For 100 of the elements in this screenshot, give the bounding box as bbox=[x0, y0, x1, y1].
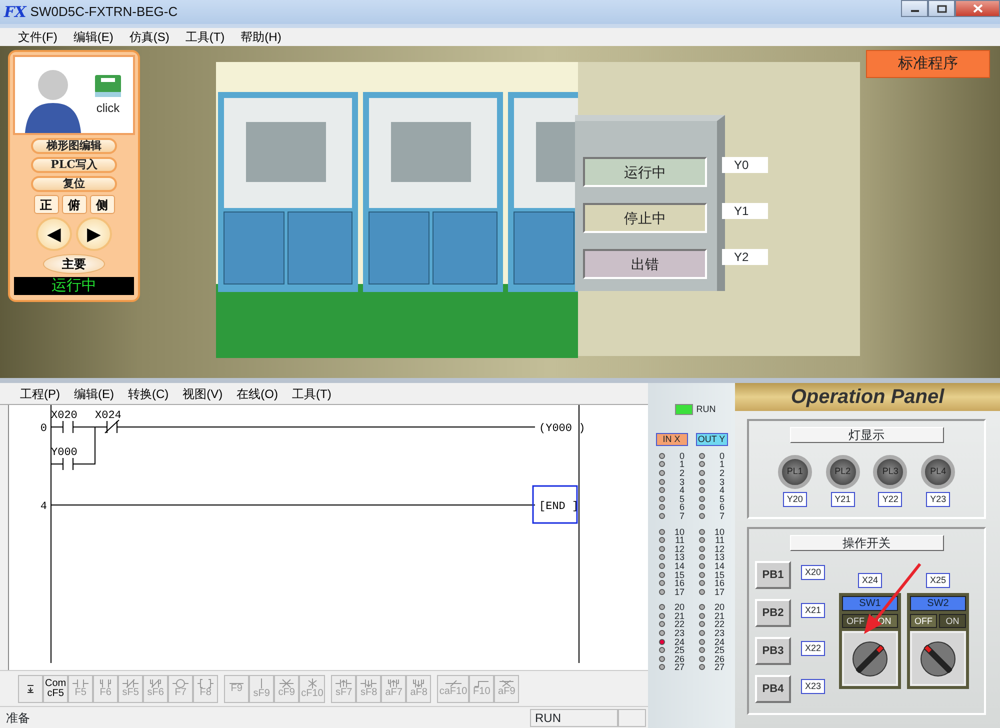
io-number: 20 bbox=[713, 603, 724, 612]
push-button[interactable]: PB2 bbox=[755, 599, 791, 627]
menu-item[interactable]: 工程(P) bbox=[14, 384, 66, 402]
io-number: 1 bbox=[718, 460, 724, 468]
io-number: 6 bbox=[678, 503, 684, 512]
io-number: 13 bbox=[713, 553, 724, 562]
io-number: 4 bbox=[718, 486, 724, 494]
panel-button[interactable]: 复位 bbox=[31, 176, 117, 192]
indicator-lamp: 出错 bbox=[583, 249, 707, 279]
address-label: X21 bbox=[801, 603, 825, 618]
address-label: Y20 bbox=[782, 492, 807, 507]
io-number: 22 bbox=[673, 620, 684, 628]
address-label: Y21 bbox=[830, 492, 855, 507]
push-button[interactable]: PB1 bbox=[755, 561, 791, 589]
io-number: 4 bbox=[678, 486, 684, 494]
io-number: 26 bbox=[673, 654, 684, 663]
switch-label: SW1 bbox=[842, 596, 898, 611]
io-number: 11 bbox=[714, 536, 724, 544]
main-button[interactable]: 主要 bbox=[43, 254, 105, 274]
pilot-lamp: PL4 bbox=[921, 455, 956, 489]
io-number: 25 bbox=[713, 646, 724, 654]
output-instruction: (Y000 ) bbox=[539, 423, 586, 435]
app-logo: FX bbox=[4, 2, 26, 23]
io-number: 16 bbox=[713, 579, 724, 588]
io-number: 2 bbox=[718, 468, 724, 477]
window-title: SW0D5C-FXTRN-BEG-C bbox=[30, 3, 178, 22]
io-number: 6 bbox=[718, 503, 724, 512]
io-number: 21 bbox=[713, 612, 724, 620]
view-button[interactable]: 正 bbox=[34, 195, 58, 214]
contact-label: X024 bbox=[95, 410, 122, 422]
menu-item[interactable]: 视图(V) bbox=[176, 384, 229, 402]
io-number: 10 bbox=[673, 528, 684, 536]
view-button[interactable]: 侧 bbox=[90, 195, 114, 214]
toolbar-button[interactable]: Com cF5 bbox=[43, 674, 68, 702]
menu-item[interactable]: 工具(T) bbox=[286, 384, 338, 402]
status-text: 准备 bbox=[5, 710, 31, 726]
io-number: 23 bbox=[673, 629, 684, 638]
io-number: 15 bbox=[713, 570, 724, 579]
off-button[interactable]: OFF bbox=[910, 614, 937, 628]
io-number: 5 bbox=[678, 494, 684, 503]
io-number: 26 bbox=[713, 654, 724, 663]
book-label: click bbox=[96, 100, 120, 117]
pilot-lamp: PL3 bbox=[873, 455, 908, 489]
io-number: 2 bbox=[678, 468, 684, 477]
panel-button[interactable]: 梯形图编辑 bbox=[31, 138, 117, 154]
menu-item[interactable]: 转换(C) bbox=[122, 384, 175, 402]
menu-item[interactable]: 工具(T) bbox=[179, 28, 231, 46]
view-button[interactable]: 俯 bbox=[62, 195, 86, 214]
switch-label: SW2 bbox=[910, 596, 966, 611]
output-instruction: [END ] bbox=[539, 501, 579, 513]
menu-item[interactable]: 编辑(E) bbox=[67, 28, 120, 46]
address-label: Y22 bbox=[878, 492, 902, 507]
column-header: OUT Y bbox=[696, 432, 728, 446]
address-label: Y23 bbox=[926, 492, 950, 507]
address-label: X23 bbox=[801, 679, 825, 694]
nav-button[interactable]: ▶ bbox=[76, 217, 112, 251]
menu-item[interactable]: 文件(F) bbox=[12, 28, 64, 46]
address-label: X24 bbox=[858, 573, 882, 588]
io-number: 17 bbox=[673, 588, 684, 596]
io-number: 7 bbox=[678, 512, 684, 520]
io-number: 0 bbox=[718, 452, 724, 460]
io-number: 1 bbox=[678, 460, 684, 468]
step-number: 4 bbox=[40, 501, 47, 513]
menu-item[interactable]: 帮助(H) bbox=[234, 28, 288, 46]
on-button[interactable]: ON bbox=[939, 614, 966, 628]
nav-button[interactable]: ◀ bbox=[36, 217, 72, 251]
io-number: 15 bbox=[673, 570, 684, 579]
indicator-lamp: 停止中 bbox=[583, 203, 707, 233]
section-title: 灯显示 bbox=[790, 427, 944, 443]
column-header: IN X bbox=[656, 432, 688, 446]
contact-label: X020 bbox=[51, 410, 78, 422]
program-button[interactable]: 标准程序 bbox=[866, 50, 990, 78]
pilot-lamp: PL1 bbox=[778, 455, 812, 489]
address-label: Y1 bbox=[722, 203, 768, 219]
address-label: Y2 bbox=[722, 249, 768, 265]
indicator-lamp: 运行中 bbox=[583, 157, 707, 187]
io-number: 27 bbox=[673, 663, 684, 672]
pilot-lamp: PL2 bbox=[826, 455, 860, 489]
io-number: 14 bbox=[713, 562, 724, 570]
io-number: 10 bbox=[713, 528, 724, 536]
io-number: 17 bbox=[713, 588, 724, 596]
off-button[interactable]: OFF bbox=[842, 614, 869, 628]
address-label: X22 bbox=[801, 641, 825, 656]
menu-item[interactable]: 编辑(E) bbox=[68, 384, 120, 402]
menu-item[interactable]: 在线(O) bbox=[230, 384, 284, 402]
io-number: 7 bbox=[718, 512, 724, 520]
io-number: 5 bbox=[718, 494, 724, 503]
io-number: 21 bbox=[673, 612, 684, 620]
panel-button[interactable]: PLC写入 bbox=[31, 157, 117, 173]
address-label: X20 bbox=[801, 565, 825, 580]
push-button[interactable]: PB3 bbox=[755, 637, 791, 665]
io-number: 3 bbox=[678, 478, 684, 486]
io-number: 24 bbox=[713, 638, 724, 646]
address-label: Y0 bbox=[722, 157, 768, 173]
push-button[interactable]: PB4 bbox=[755, 675, 791, 703]
step-number: 0 bbox=[40, 423, 47, 435]
menu-item[interactable]: 仿真(S) bbox=[123, 28, 176, 46]
io-number: 12 bbox=[713, 544, 724, 553]
section-title: 操作开关 bbox=[790, 535, 944, 551]
io-number: 0 bbox=[678, 452, 684, 460]
